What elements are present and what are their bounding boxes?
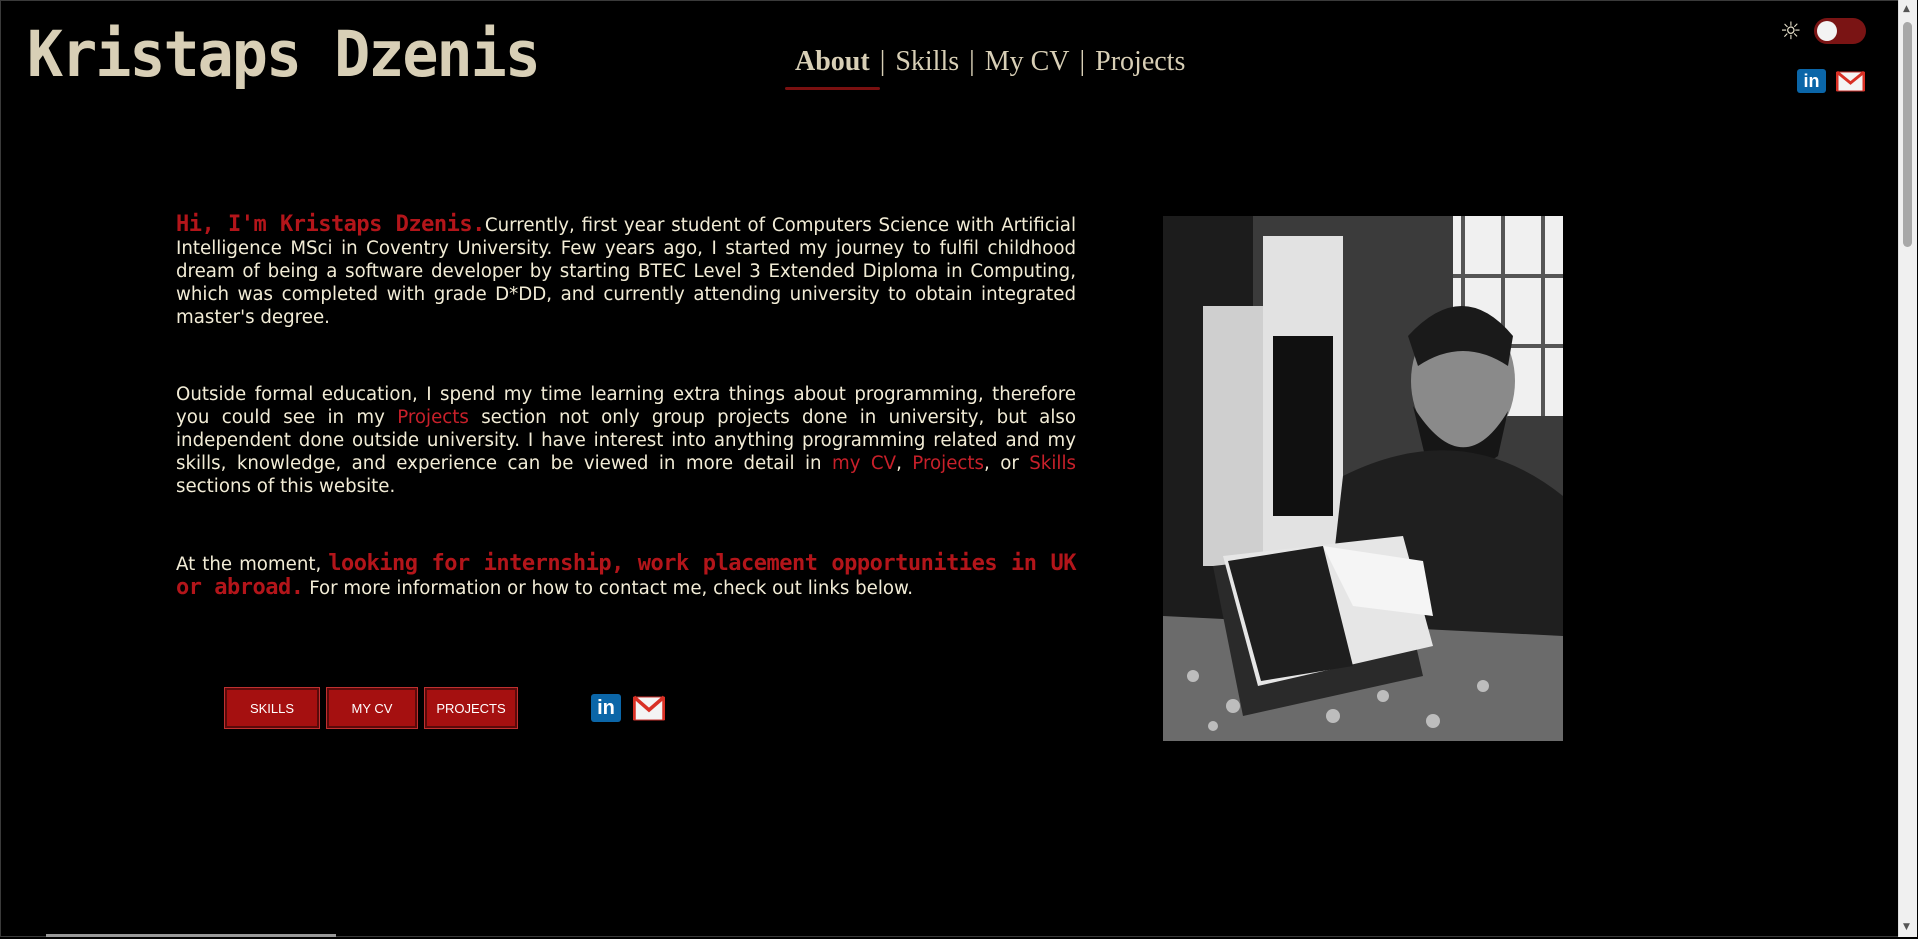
nav-separator: |	[969, 46, 975, 77]
nav-projects[interactable]: Projects	[1095, 46, 1185, 78]
projects-link[interactable]: Projects	[912, 453, 984, 474]
profile-photo	[1163, 216, 1563, 741]
nav-skills[interactable]: Skills	[895, 46, 959, 78]
nav-about[interactable]: About	[785, 46, 880, 90]
section-buttons: SKILLS MY CV PROJECTS	[224, 687, 518, 729]
intro-paragraph: Hi, I'm Kristaps Dzenis.Currently, first…	[176, 213, 1076, 329]
projects-link[interactable]: Projects	[397, 407, 469, 428]
cv-link[interactable]: my CV	[832, 453, 896, 474]
scroll-down-arrow[interactable]: ▼	[1903, 922, 1910, 932]
interests-text: sections of this website.	[176, 476, 396, 497]
opportunities-text: At the moment,	[176, 554, 329, 575]
theme-toggle: ☼	[1780, 18, 1866, 44]
scrollbar-thumb[interactable]	[1903, 22, 1912, 247]
main-nav: About | Skills | My CV | Projects	[785, 40, 1185, 90]
skills-button[interactable]: SKILLS	[224, 687, 320, 729]
header-social-links: in	[1797, 69, 1865, 93]
sun-icon: ☼	[1780, 17, 1802, 45]
switch-knob	[1816, 21, 1837, 41]
contact-social-links: in	[591, 694, 665, 722]
gmail-icon[interactable]	[1836, 69, 1865, 93]
nav-my-cv[interactable]: My CV	[985, 46, 1070, 78]
nav-separator: |	[1079, 46, 1086, 77]
greeting: Hi, I'm Kristaps Dzenis.	[176, 212, 485, 237]
horizontal-scrollbar-thumb[interactable]	[46, 934, 336, 937]
my-cv-button[interactable]: MY CV	[326, 687, 418, 729]
site-title: Kristaps Dzenis	[27, 18, 541, 92]
opportunities-paragraph: At the moment, looking for internship, w…	[176, 552, 1077, 600]
interests-text: , or	[984, 453, 1030, 474]
nav-separator: |	[879, 46, 886, 77]
linkedin-icon[interactable]: in	[1797, 69, 1826, 93]
gmail-icon[interactable]	[633, 694, 665, 722]
interests-text: ,	[896, 453, 913, 474]
vertical-scrollbar[interactable]: ▲ ▼	[1898, 0, 1917, 937]
about-content: Hi, I'm Kristaps Dzenis.Currently, first…	[176, 213, 1077, 654]
linkedin-icon[interactable]: in	[591, 694, 621, 722]
skills-link[interactable]: Skills	[1029, 453, 1076, 474]
scroll-up-arrow[interactable]: ▲	[1903, 4, 1910, 14]
theme-switch[interactable]	[1813, 18, 1866, 44]
opportunities-text: For more information or how to contact m…	[303, 578, 914, 599]
projects-button[interactable]: PROJECTS	[424, 687, 518, 729]
interests-paragraph: Outside formal education, I spend my tim…	[176, 383, 1076, 498]
